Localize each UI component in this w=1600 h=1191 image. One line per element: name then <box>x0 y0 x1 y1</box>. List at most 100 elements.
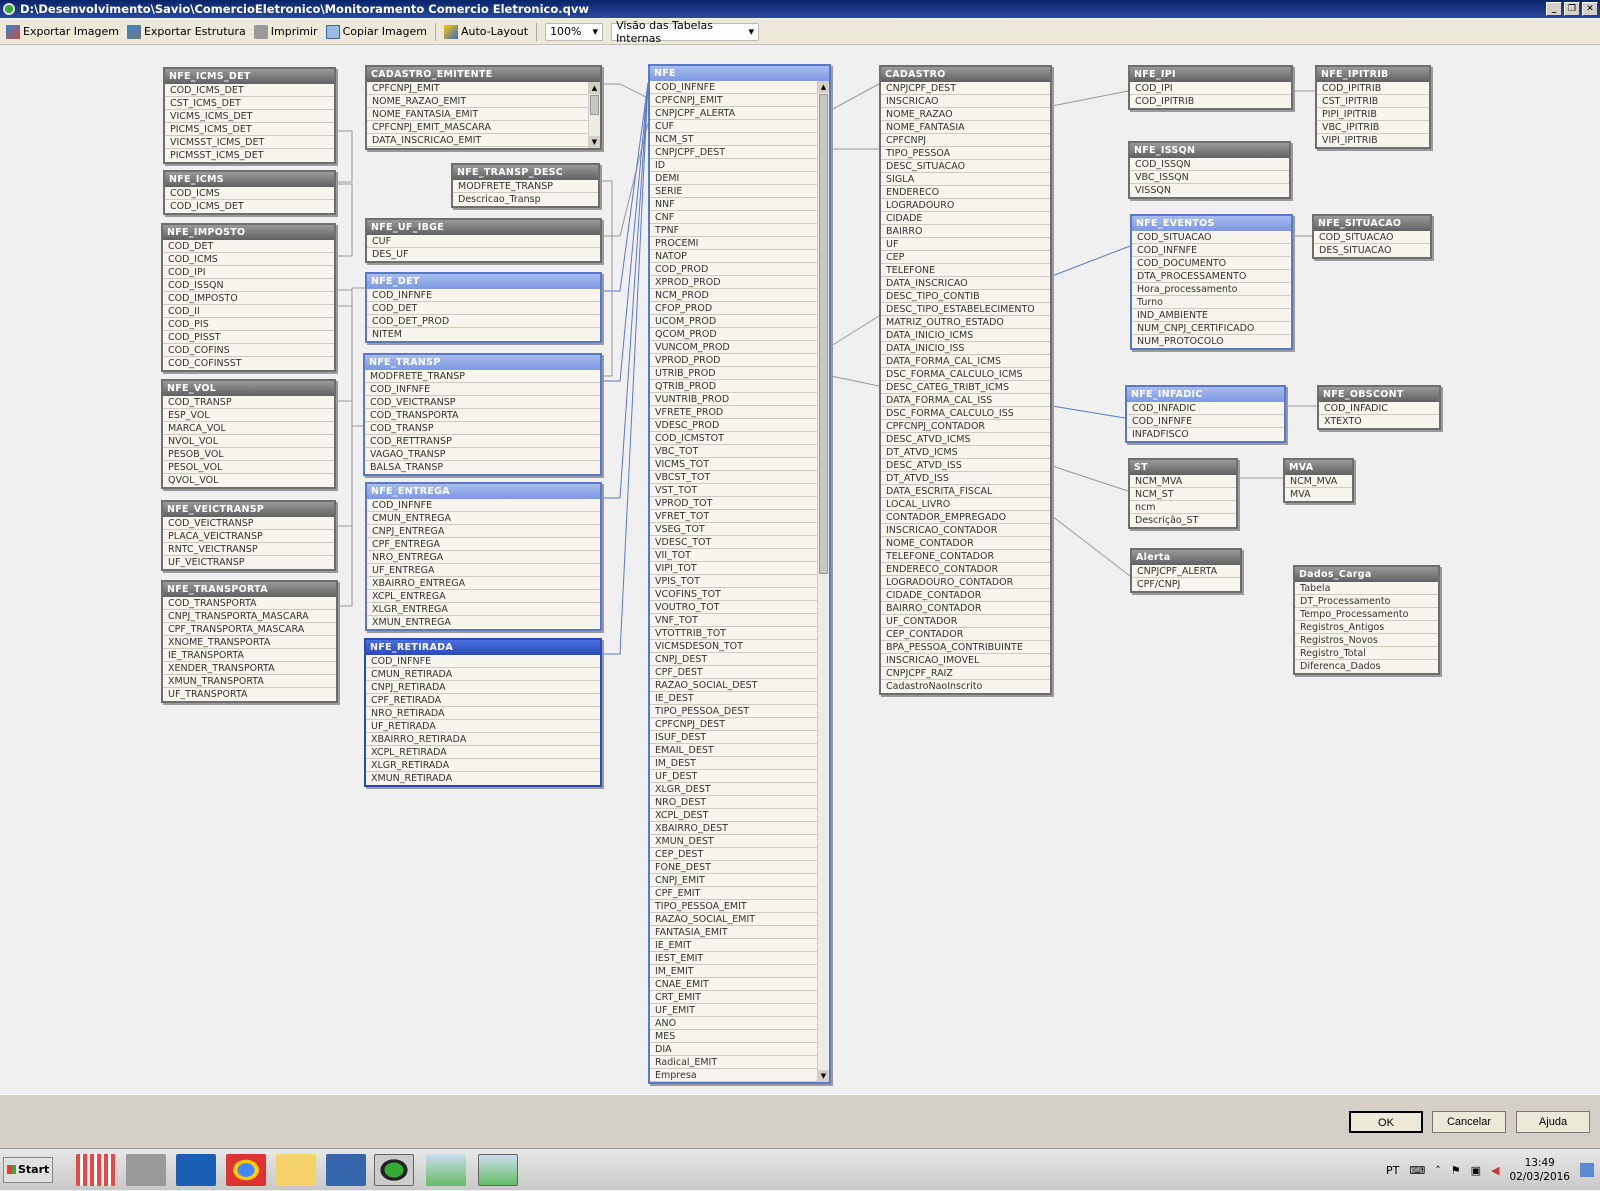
field-row[interactable]: RNTC_VEICTRANSP <box>163 543 334 556</box>
field-row[interactable]: NITEM <box>367 328 600 341</box>
field-row[interactable]: IM_DEST <box>650 757 817 770</box>
field-row[interactable]: CEP_DEST <box>650 848 817 861</box>
field-row[interactable]: CPFCNPJ_EMIT <box>367 82 600 95</box>
table-header[interactable]: NFE_IMPOSTO <box>163 225 334 240</box>
table-nfe-transp-desc[interactable]: NFE_TRANSP_DESC MODFRETE_TRANSP Descricao_… <box>451 163 600 208</box>
field-row[interactable]: VBCST_TOT <box>650 471 817 484</box>
field-row[interactable]: PIPI_IPITRIB <box>1317 108 1429 121</box>
field-row[interactable]: DATA_FORMA_CAL_ISS <box>881 394 1050 407</box>
field-row[interactable]: COD_DET_PROD <box>367 315 600 328</box>
table-header[interactable]: NFE_RETIRADA <box>366 640 600 655</box>
field-row[interactable]: INFADFISCO <box>1127 428 1284 441</box>
field-row[interactable]: CPFCNPJ_CONTADOR <box>881 420 1050 433</box>
field-row[interactable]: COD_IPI <box>1130 82 1291 95</box>
field-row[interactable]: COD_II <box>163 305 334 318</box>
scroll-down-arrow[interactable]: ▼ <box>818 1070 829 1082</box>
table-header[interactable]: NFE_TRANSPORTA <box>163 582 336 597</box>
table-alerta[interactable]: Alerta CNPJCPF_ALERTA CPF/CNPJ <box>1130 548 1242 593</box>
field-row[interactable]: IND_AMBIENTE <box>1132 309 1291 322</box>
field-row[interactable]: COD_SITUACAO <box>1132 231 1291 244</box>
table-nfe-uf-ibge[interactable]: NFE_UF_IBGE CUF DES_UF <box>365 218 602 263</box>
field-row[interactable]: COD_DOCUMENTO <box>1132 257 1291 270</box>
field-row[interactable]: COD_INFNFE <box>367 499 600 512</box>
field-row[interactable]: VDESC_PROD <box>650 419 817 432</box>
field-row[interactable]: ESP_VOL <box>163 409 334 422</box>
field-row[interactable]: INSCRICAO_IMOVEL <box>881 654 1050 667</box>
field-row[interactable]: BPA_PESSOA_CONTRIBUINTE <box>881 641 1050 654</box>
field-row[interactable]: Descrição_ST <box>1130 514 1236 527</box>
field-row[interactable]: DSC_FORMA_CALCULO_ISS <box>881 407 1050 420</box>
field-row[interactable]: CNF <box>650 211 817 224</box>
field-row[interactable]: UF <box>881 238 1050 251</box>
field-row[interactable]: PICMSST_ICMS_DET <box>165 149 334 162</box>
show-hidden-icons[interactable]: ˄ <box>1435 1164 1441 1177</box>
field-row[interactable]: UTRIB_PROD <box>650 367 817 380</box>
field-row[interactable]: MATRIZ_OUTRO_ESTADO <box>881 316 1050 329</box>
field-row[interactable]: DES_UF <box>367 248 600 261</box>
field-row[interactable]: XBAIRRO_DEST <box>650 822 817 835</box>
field-row[interactable]: ANO <box>650 1017 817 1030</box>
field-row[interactable]: CMUN_RETIRADA <box>366 668 600 681</box>
field-row[interactable]: COD_IPITRIB <box>1130 95 1291 108</box>
table-header[interactable]: NFE_EVENTOS <box>1132 216 1291 231</box>
field-row[interactable]: PROCEMI <box>650 237 817 250</box>
table-nfe-det[interactable]: NFE_DET COD_INFNFE COD_DET COD_DET_PROD NITE… <box>365 272 602 343</box>
field-row[interactable]: ID <box>650 159 817 172</box>
field-row[interactable]: NNF <box>650 198 817 211</box>
field-row[interactable]: CNPJCPF_ALERTA <box>1132 565 1240 578</box>
field-row[interactable]: CNPJCPF_DEST <box>650 146 817 159</box>
field-row[interactable]: Descricao_Transp <box>453 193 598 206</box>
field-row[interactable]: MES <box>650 1030 817 1043</box>
field-row[interactable]: SIGLA <box>881 173 1050 186</box>
field-row[interactable]: DATA_FORMA_CAL_ICMS <box>881 355 1050 368</box>
field-row[interactable]: NOME_RAZAO <box>881 108 1050 121</box>
field-row[interactable]: COD_INFNFE <box>365 383 600 396</box>
field-row[interactable]: XCPL_RETIRADA <box>366 746 600 759</box>
field-row[interactable]: DATA_INSCRICAO <box>881 277 1050 290</box>
field-row[interactable]: CNPJ_RETIRADA <box>366 681 600 694</box>
field-row[interactable]: XLGR_DEST <box>650 783 817 796</box>
field-row[interactable]: NCM_PROD <box>650 289 817 302</box>
field-row[interactable]: VOUTRO_TOT <box>650 601 817 614</box>
table-nfe-ipi[interactable]: NFE_IPI COD_IPI COD_IPITRIB <box>1128 65 1293 110</box>
table-nfe-vol[interactable]: NFE_VOL COD_TRANSP ESP_VOL MARCA_VOL NVOL_VO… <box>161 379 336 489</box>
auto-layout-button[interactable]: Auto-Layout <box>443 24 528 39</box>
field-row[interactable]: CIDADE_CONTADOR <box>881 589 1050 602</box>
export-structure-button[interactable]: Exportar Estrutura <box>126 24 246 39</box>
field-row[interactable]: XCPL_ENTREGA <box>367 590 600 603</box>
table-header[interactable]: NFE_DET <box>367 274 600 289</box>
field-row[interactable]: VBC_ISSQN <box>1130 171 1289 184</box>
table-header[interactable]: NFE_OBSCONT <box>1319 387 1439 402</box>
table-nfe-retirada[interactable]: NFE_RETIRADA COD_INFNFE CMUN_RETIRADA CNPJ_… <box>364 638 602 787</box>
field-row[interactable]: XLGR_ENTREGA <box>367 603 600 616</box>
field-row[interactable]: LOGRADOURO <box>881 199 1050 212</box>
field-row[interactable]: COD_INFNFE <box>1127 415 1284 428</box>
table-nfe-ipitrib[interactable]: NFE_IPITRIB COD_IPITRIB CST_IPITRIB PIPI_IP… <box>1315 65 1431 149</box>
field-row[interactable]: NCM_ST <box>1130 488 1236 501</box>
field-row[interactable]: QVOL_VOL <box>163 474 334 487</box>
field-row[interactable]: NOME_RAZAO_EMIT <box>367 95 600 108</box>
field-row[interactable]: XBAIRRO_RETIRADA <box>366 733 600 746</box>
field-row[interactable]: IE_TRANSPORTA <box>163 649 336 662</box>
field-row[interactable]: ncm <box>1130 501 1236 514</box>
table-header[interactable]: MVA <box>1285 460 1352 475</box>
field-row[interactable]: CPF/CNPJ <box>1132 578 1240 591</box>
field-row[interactable]: COD_ICMS_DET <box>165 84 334 97</box>
field-row[interactable]: CNPJ_DEST <box>650 653 817 666</box>
field-row[interactable]: MODFRETE_TRANSP <box>365 370 600 383</box>
field-row[interactable]: Hora_processamento <box>1132 283 1291 296</box>
field-row[interactable]: NCM_MVA <box>1130 475 1236 488</box>
field-row[interactable]: DT_ATVD_ISS <box>881 472 1050 485</box>
field-row[interactable]: QTRIB_PROD <box>650 380 817 393</box>
field-row[interactable]: VBC_TOT <box>650 445 817 458</box>
field-row[interactable]: COD_IPITRIB <box>1317 82 1429 95</box>
field-row[interactable]: MARCA_VOL <box>163 422 334 435</box>
field-row[interactable]: CadastroNaoInscrito <box>881 680 1050 693</box>
field-row[interactable]: COD_TRANSPORTA <box>163 597 336 610</box>
apps-icon[interactable] <box>76 1154 116 1186</box>
field-row[interactable]: XTEXTO <box>1319 415 1439 428</box>
field-row[interactable]: UF_RETIRADA <box>366 720 600 733</box>
table-nfe-icms[interactable]: NFE_ICMS COD_ICMS COD_ICMS_DET <box>163 170 336 215</box>
field-row[interactable]: EMAIL_DEST <box>650 744 817 757</box>
field-row[interactable]: COD_TRANSP <box>163 396 334 409</box>
